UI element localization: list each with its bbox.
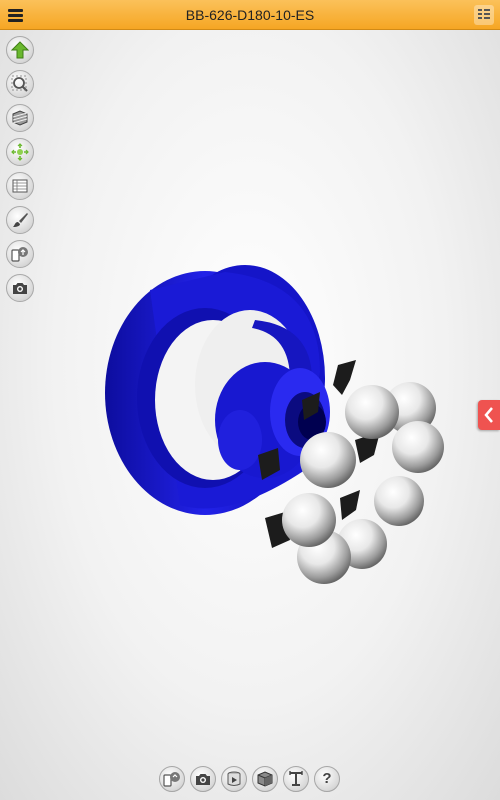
side-panel-toggle[interactable] xyxy=(478,400,500,430)
ball-4 xyxy=(300,432,356,488)
play-cylinder-icon xyxy=(227,771,241,786)
camera-icon xyxy=(196,774,210,785)
question-icon: ? xyxy=(322,770,332,787)
measure-icon xyxy=(289,771,303,786)
measure-button[interactable] xyxy=(283,766,309,792)
ball-2 xyxy=(392,421,444,473)
bearing-3d-model[interactable] xyxy=(0,0,500,800)
ball-3 xyxy=(345,385,399,439)
display-style-button[interactable] xyxy=(252,766,278,792)
ball-8 xyxy=(282,493,336,547)
ball-5 xyxy=(374,476,424,526)
device-switch-icon xyxy=(163,772,180,787)
capture-button[interactable] xyxy=(190,766,216,792)
animation-button[interactable] xyxy=(221,766,247,792)
shaded-cube-icon xyxy=(257,771,273,787)
help-button[interactable]: ? xyxy=(314,766,340,792)
configurations-button[interactable] xyxy=(159,766,185,792)
chevron-left-icon xyxy=(484,407,493,423)
